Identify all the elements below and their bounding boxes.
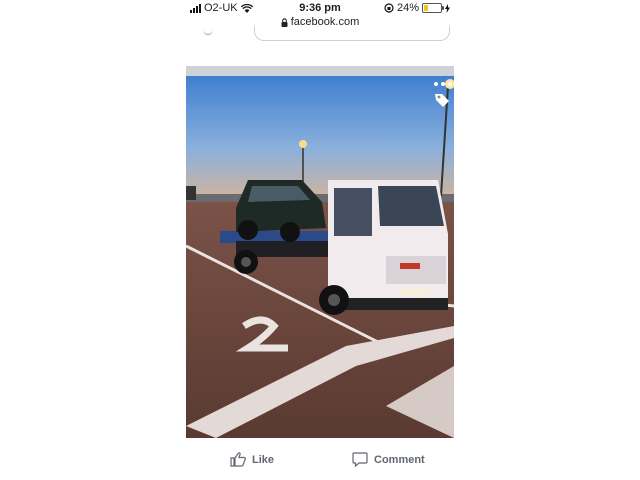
thumbs-up-icon <box>230 452 246 467</box>
like-label: Like <box>252 453 275 466</box>
status-bar: O2-UK 9:36 pm 24% <box>186 0 454 17</box>
status-right: 24% <box>384 2 450 14</box>
orientation-lock-icon <box>384 3 394 13</box>
phone-screen: O2-UK 9:36 pm 24% facebook.com Like Comm… <box>186 0 454 480</box>
like-button[interactable]: Like <box>230 452 274 467</box>
comment-input[interactable] <box>254 26 450 41</box>
battery-percent: 24% <box>396 2 419 14</box>
tag-icon[interactable] <box>434 92 450 108</box>
photo-top-border <box>186 66 454 76</box>
post-photo[interactable] <box>186 66 454 438</box>
comment-label: Comment <box>374 453 425 466</box>
post-actions: Like Comment <box>186 444 454 480</box>
charging-icon <box>445 3 450 13</box>
comment-button[interactable]: Comment <box>352 452 425 467</box>
comment-box-remnant <box>186 26 454 44</box>
photo-overlay-icons <box>434 82 452 107</box>
battery-fill <box>424 5 428 11</box>
more-options-icon[interactable] <box>434 82 452 86</box>
photo-tow-truck-with-suv <box>186 76 454 438</box>
battery-icon <box>422 3 444 13</box>
avatar <box>203 30 213 35</box>
comment-icon <box>352 452 368 467</box>
